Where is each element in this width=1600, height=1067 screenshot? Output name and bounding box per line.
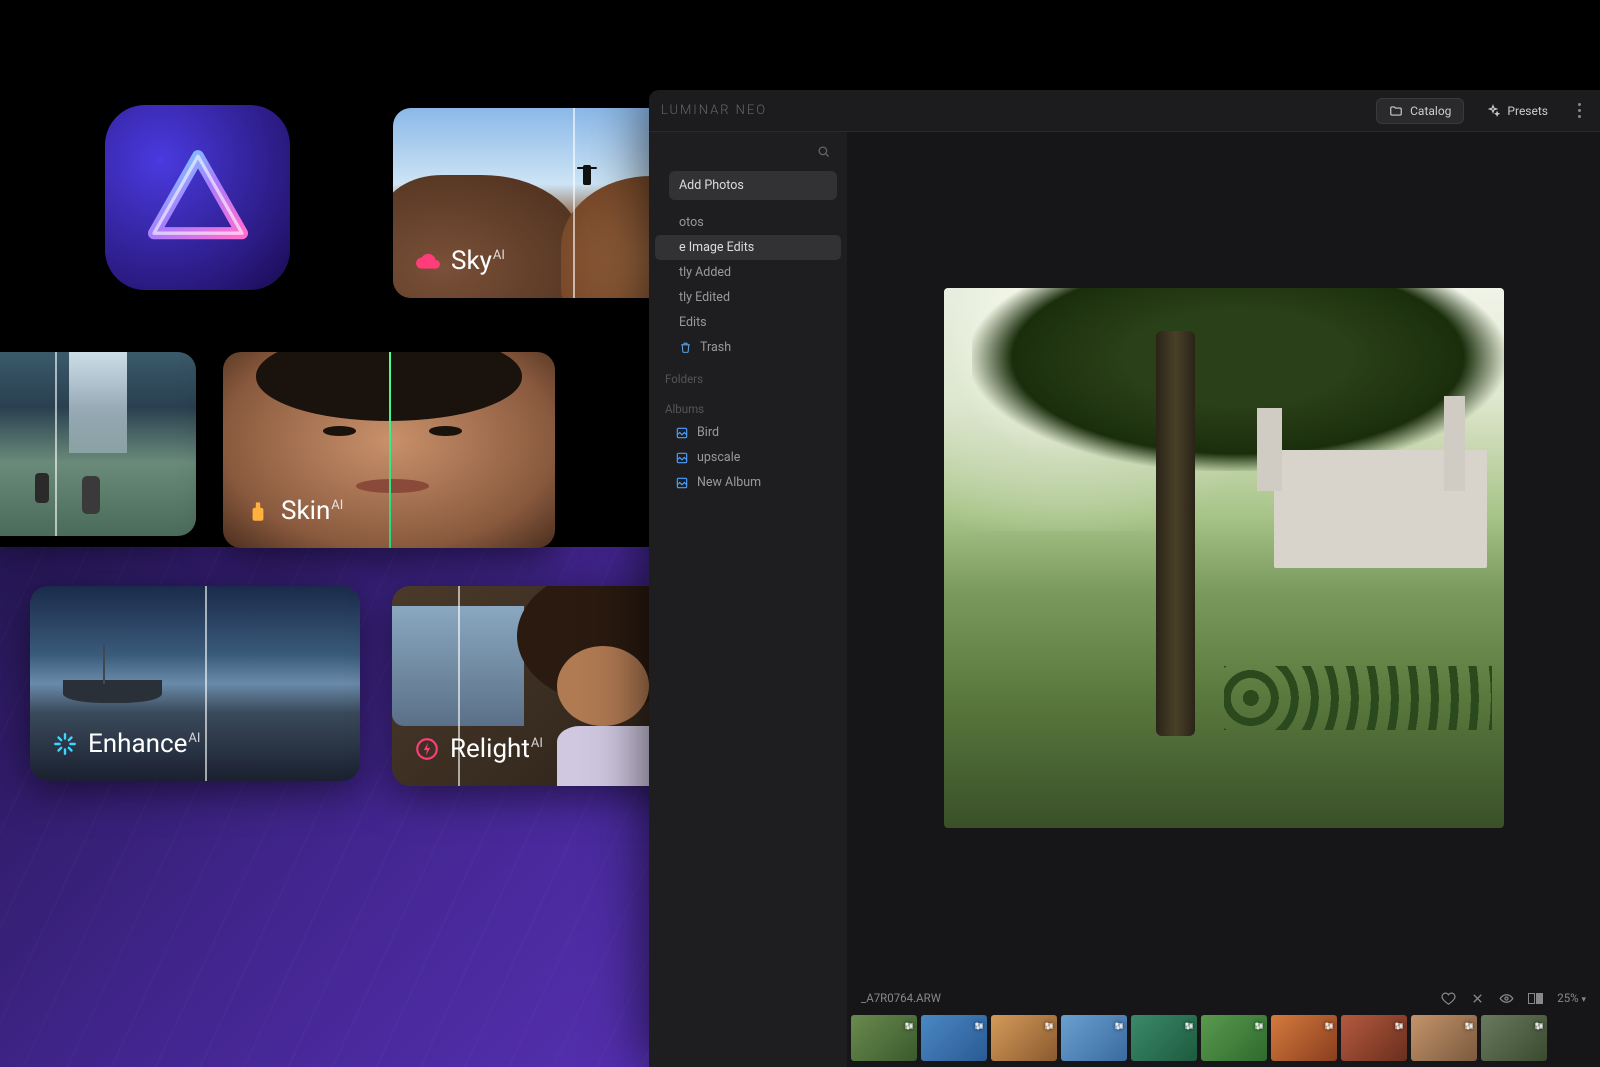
compare-divider <box>55 352 57 536</box>
catalog-button[interactable]: Catalog <box>1376 98 1464 124</box>
feature-card-waterfall[interactable] <box>0 352 196 536</box>
album-icon <box>675 451 689 465</box>
sidebar-item-trash[interactable]: Trash <box>649 335 847 360</box>
compare-icon[interactable] <box>1528 993 1543 1004</box>
thumbnail[interactable] <box>1131 1015 1197 1061</box>
main-area: _A7R0764.ARW 25% ▾ <box>847 132 1600 1067</box>
compare-divider <box>573 108 575 298</box>
card-label: EnhanceAI <box>52 729 200 759</box>
album-item[interactable]: Bird <box>649 420 847 445</box>
cloud-icon <box>415 248 441 274</box>
card-label: RelightAI <box>414 734 543 764</box>
search-icon[interactable] <box>816 144 831 159</box>
bolt-icon <box>414 736 440 762</box>
edit-badge-icon <box>1393 1017 1405 1029</box>
edit-badge-icon <box>1113 1017 1125 1029</box>
album-icon <box>675 426 689 440</box>
compare-divider <box>205 586 207 781</box>
thumbnail[interactable] <box>1201 1015 1267 1061</box>
feature-card-skin[interactable]: SkinAI <box>223 352 555 548</box>
card-label: SkyAI <box>415 246 505 276</box>
edit-badge-icon <box>1183 1017 1195 1029</box>
heart-icon[interactable] <box>1441 991 1456 1006</box>
edit-badge-icon <box>973 1017 985 1029</box>
menu-button[interactable] <box>1570 102 1588 120</box>
app-window: LUMINAR NEO Catalog Presets Add Photos o… <box>649 90 1600 1067</box>
info-bar: _A7R0764.ARW 25% ▾ <box>847 983 1600 1013</box>
album-icon <box>675 476 689 490</box>
thumbnail[interactable] <box>851 1015 917 1061</box>
triangle-logo-icon <box>143 143 253 253</box>
compare-divider <box>389 352 391 548</box>
thumbnail[interactable] <box>1341 1015 1407 1061</box>
thumbnail[interactable] <box>1271 1015 1337 1061</box>
presets-button[interactable]: Presets <box>1474 99 1560 123</box>
album-item[interactable]: upscale <box>649 445 847 470</box>
feature-card-enhance[interactable]: EnhanceAI <box>30 586 360 781</box>
thumbnail[interactable] <box>1481 1015 1547 1061</box>
title-bar: LUMINAR NEO Catalog Presets <box>649 90 1600 132</box>
edit-badge-icon <box>1323 1017 1335 1029</box>
sidebar-header-albums: Albums <box>649 390 847 420</box>
sidebar: Add Photos otos e Image Edits tly Added … <box>649 132 847 1067</box>
sidebar-header-folders: Folders <box>649 360 847 390</box>
folder-icon <box>1389 104 1403 118</box>
sparkle-icon <box>52 731 78 757</box>
main-photo <box>944 288 1504 828</box>
filmstrip[interactable] <box>847 1013 1600 1067</box>
edit-badge-icon <box>1043 1017 1055 1029</box>
sidebar-item[interactable]: Edits <box>649 310 847 335</box>
edit-badge-icon <box>1253 1017 1265 1029</box>
sidebar-item[interactable]: tly Edited <box>649 285 847 310</box>
card-label: SkinAI <box>245 496 343 526</box>
edit-badge-icon <box>1463 1017 1475 1029</box>
eye-icon[interactable] <box>1499 991 1514 1006</box>
thumbnail[interactable] <box>1061 1015 1127 1061</box>
edit-badge-icon <box>903 1017 915 1029</box>
album-item[interactable]: New Album <box>649 470 847 495</box>
app-brand: LUMINAR NEO <box>661 103 767 118</box>
sidebar-item[interactable]: e Image Edits <box>655 235 841 260</box>
filename-label: _A7R0764.ARW <box>861 991 941 1005</box>
skin-icon <box>245 498 271 524</box>
sidebar-item[interactable]: otos <box>649 210 847 235</box>
photo-viewer[interactable] <box>847 132 1600 983</box>
thumbnail[interactable] <box>1411 1015 1477 1061</box>
reject-icon[interactable] <box>1470 991 1485 1006</box>
sidebar-item[interactable]: tly Added <box>649 260 847 285</box>
thumbnail[interactable] <box>921 1015 987 1061</box>
trash-icon <box>679 341 692 354</box>
add-photos-button[interactable]: Add Photos <box>669 171 837 200</box>
sparkles-icon <box>1486 104 1500 118</box>
thumbnail[interactable] <box>991 1015 1057 1061</box>
zoom-level[interactable]: 25% ▾ <box>1557 991 1586 1005</box>
edit-badge-icon <box>1533 1017 1545 1029</box>
luminar-app-icon <box>105 105 290 290</box>
